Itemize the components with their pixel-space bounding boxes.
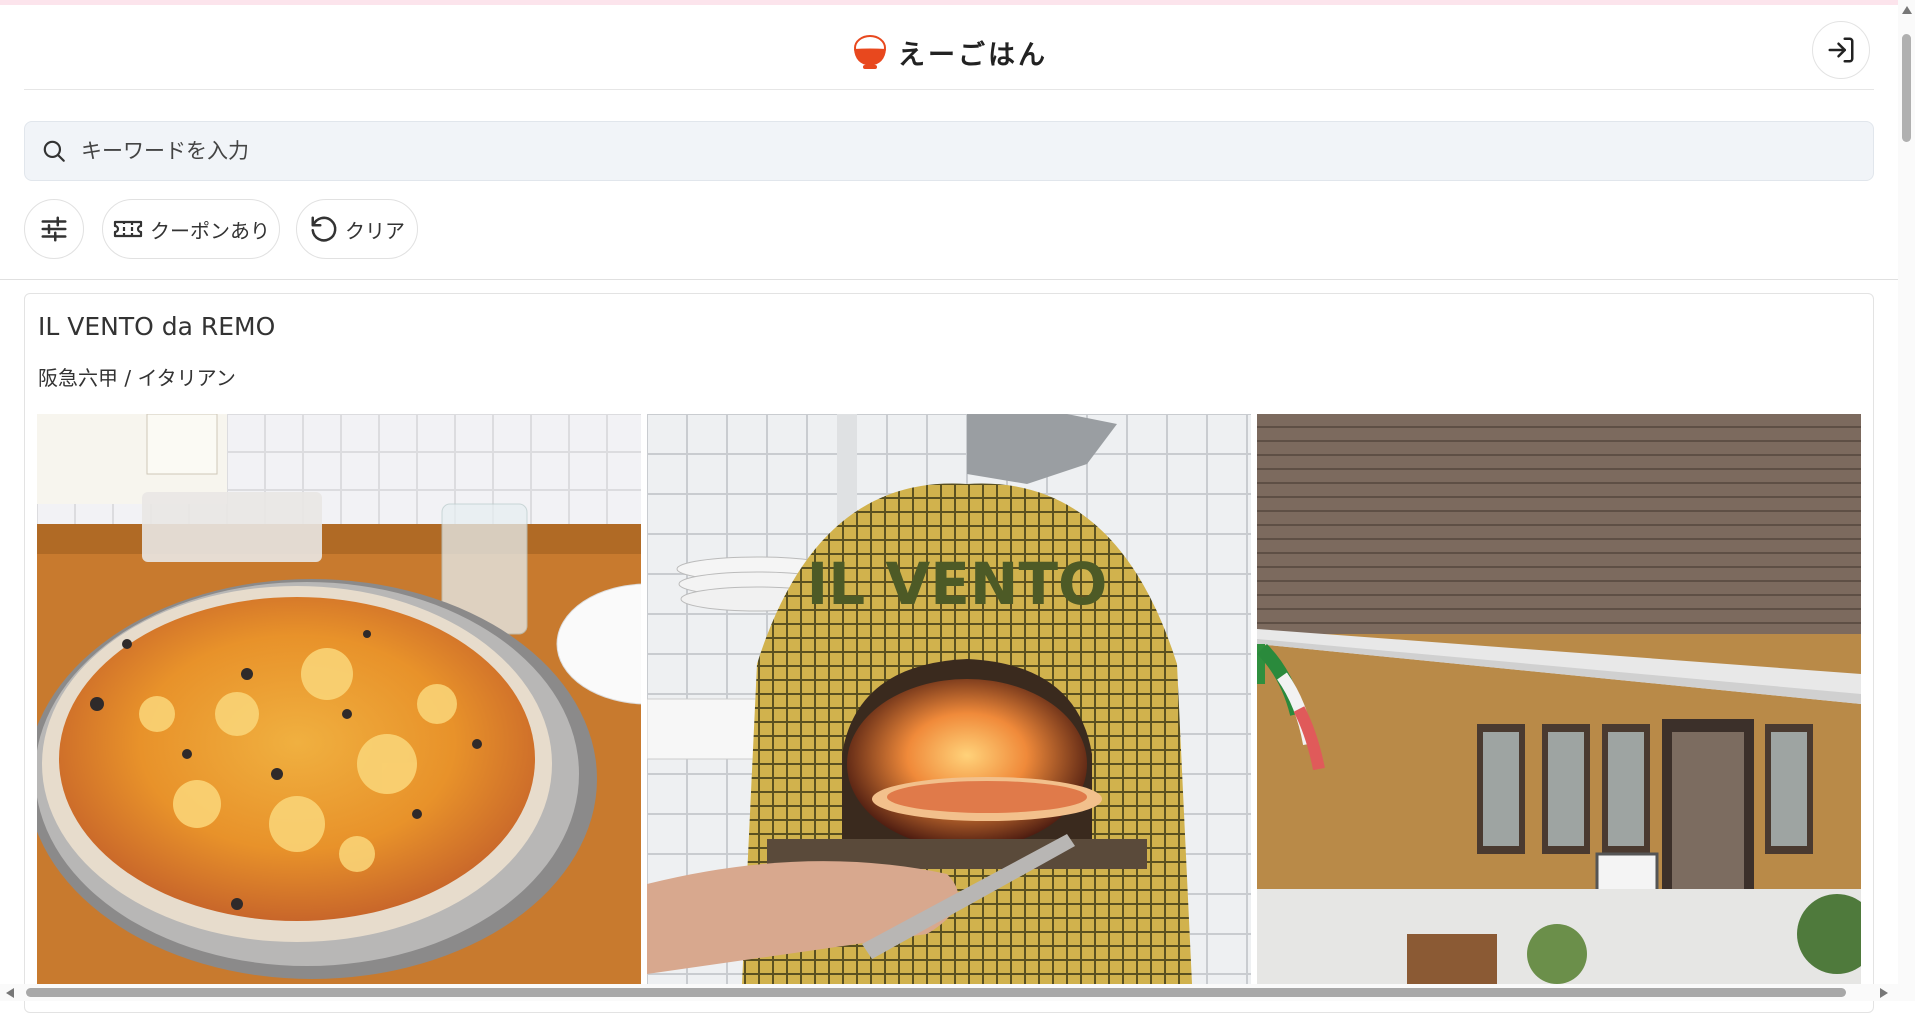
coupon-filter-button[interactable]: クーポンあり [102, 199, 280, 259]
clear-label: クリア [345, 218, 405, 243]
rotate-ccw-icon [311, 216, 337, 242]
filter-divider [0, 279, 1898, 280]
restaurant-meta: 阪急六甲 / イタリアン [38, 366, 236, 390]
scroll-left-arrow-icon[interactable] [6, 988, 14, 998]
sliders-icon [41, 216, 67, 242]
search-bar[interactable] [24, 121, 1874, 181]
scroll-up-arrow-icon[interactable] [1902, 6, 1912, 14]
scroll-right-arrow-icon[interactable] [1880, 988, 1888, 998]
rice-bowl-logo-icon [850, 32, 890, 72]
vertical-scrollbar[interactable] [1898, 0, 1915, 1001]
clear-button[interactable]: クリア [296, 199, 418, 259]
search-input[interactable] [79, 138, 1783, 164]
logo-text: えーごはん [898, 39, 1048, 71]
restaurant-photo-pizza[interactable] [37, 414, 641, 984]
restaurant-photo-oven[interactable]: IL VENTO [647, 414, 1251, 984]
login-button[interactable] [1812, 21, 1870, 79]
horizontal-scroll-thumb[interactable] [26, 988, 1846, 997]
restaurant-photo-storefront[interactable] [1257, 414, 1861, 984]
coupon-filter-label: クーポンあり [150, 218, 270, 243]
login-icon [1828, 37, 1854, 63]
app-header: えーごはん [0, 5, 1898, 89]
app-logo[interactable]: えーごはん [850, 31, 1048, 73]
oven-lettering: IL VENTO [807, 550, 1108, 618]
vertical-scroll-thumb[interactable] [1902, 34, 1911, 142]
search-icon [39, 136, 69, 166]
horizontal-scrollbar[interactable] [0, 984, 1898, 1001]
restaurant-name[interactable]: IL VENTO da REMO [38, 312, 275, 341]
ticket-icon [113, 220, 143, 238]
header-divider [24, 89, 1874, 90]
filter-settings-button[interactable] [24, 199, 84, 259]
restaurant-card[interactable]: IL VENTO da REMO 阪急六甲 / イタリアン IL VENTO [24, 293, 1874, 1013]
